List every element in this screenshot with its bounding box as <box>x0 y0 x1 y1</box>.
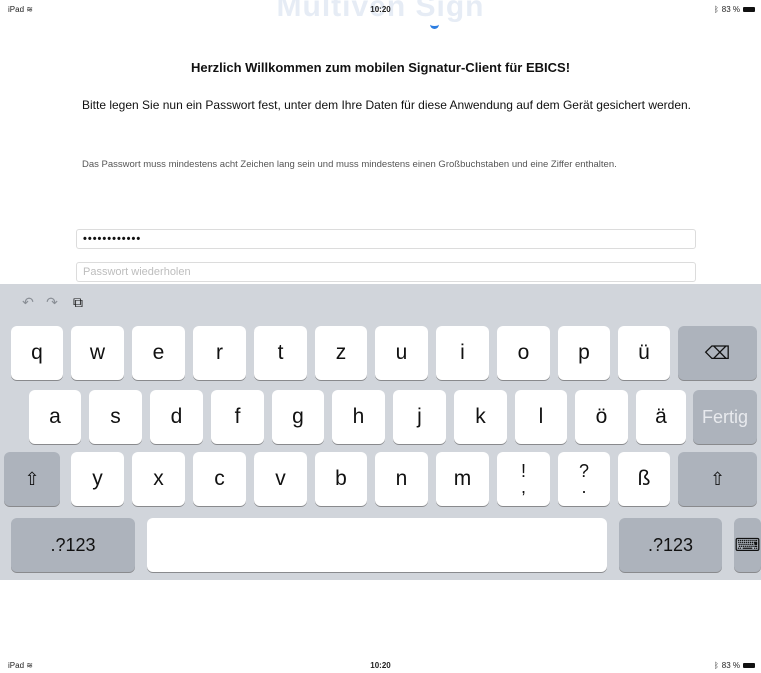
numbers-key-left[interactable]: .?123 <box>11 518 135 572</box>
key-oe[interactable]: ö <box>575 390 628 444</box>
shift-key-right[interactable]: ⇧ <box>678 452 757 506</box>
shift-key-left[interactable]: ⇧ <box>4 452 60 506</box>
password-requirements: Das Passwort muss mindestens acht Zeiche… <box>82 159 617 170</box>
key-eszett[interactable]: ß <box>618 452 670 506</box>
key-m[interactable]: m <box>436 452 489 506</box>
bottom-battery-status: ᛒ 83 % <box>714 661 755 670</box>
onscreen-keyboard: ↶ ↷ ⧉ q w e r t z u i o p ü ⌫ a s d f g … <box>0 284 761 580</box>
bottom-clock: 10:20 <box>370 661 391 670</box>
key-ae[interactable]: ä <box>636 390 686 444</box>
bottom-battery-percent: 83 % <box>721 661 740 670</box>
paste-icon[interactable]: ⧉ <box>70 294 86 310</box>
key-r[interactable]: r <box>193 326 246 380</box>
key-w[interactable]: w <box>71 326 124 380</box>
key-y[interactable]: y <box>71 452 124 506</box>
battery-percent: 83 % <box>721 5 740 14</box>
bluetooth-icon: ᛒ <box>713 5 719 14</box>
status-bar: iPad ≋ 10:20 ᛒ 83 % <box>0 0 761 20</box>
key-h[interactable]: h <box>332 390 385 444</box>
battery-status: ᛒ 83 % <box>714 5 755 14</box>
bottom-status-bar: iPad ≋ 10:20 ᛒ 83 % <box>0 661 761 673</box>
key-s[interactable]: s <box>89 390 142 444</box>
key-x[interactable]: x <box>132 452 185 506</box>
hide-keyboard-icon[interactable]: ⌨ <box>734 518 761 572</box>
key-a[interactable]: a <box>29 390 81 444</box>
undo-icon[interactable]: ↶ <box>20 294 36 310</box>
clock: 10:20 <box>370 5 391 14</box>
key-q[interactable]: q <box>11 326 63 380</box>
backspace-key[interactable]: ⌫ <box>678 326 757 380</box>
key-ue[interactable]: ü <box>618 326 670 380</box>
key-exclaim-comma[interactable]: !, <box>497 452 550 506</box>
done-key[interactable]: Fertig <box>693 390 757 444</box>
bluetooth-icon: ᛒ <box>713 661 719 670</box>
key-e[interactable]: e <box>132 326 185 380</box>
brand-accent <box>430 20 439 29</box>
key-b[interactable]: b <box>315 452 367 506</box>
key-v[interactable]: v <box>254 452 307 506</box>
key-n[interactable]: n <box>375 452 428 506</box>
key-o[interactable]: o <box>497 326 550 380</box>
key-c[interactable]: c <box>193 452 246 506</box>
key-question-period[interactable]: ?. <box>558 452 610 506</box>
repeat-password-field[interactable]: Passwort wiederholen <box>76 262 696 282</box>
welcome-title: Herzlich Willkommen zum mobilen Signatur… <box>190 60 571 75</box>
keyboard-toolbar: ↶ ↷ ⧉ <box>0 284 761 322</box>
key-g[interactable]: g <box>272 390 324 444</box>
key-i[interactable]: i <box>436 326 489 380</box>
battery-icon <box>743 7 755 12</box>
repeat-password-placeholder: Passwort wiederholen <box>83 266 191 278</box>
period-glyph: . <box>581 477 587 497</box>
key-j[interactable]: j <box>393 390 446 444</box>
space-key[interactable] <box>147 518 607 572</box>
key-k[interactable]: k <box>454 390 507 444</box>
key-l[interactable]: l <box>515 390 567 444</box>
instruction-text: Bitte legen Sie nun ein Passwort fest, u… <box>82 98 692 112</box>
password-field[interactable]: •••••••••••• <box>76 229 696 249</box>
key-z[interactable]: z <box>315 326 367 380</box>
comma-glyph: , <box>520 477 526 497</box>
numbers-key-right[interactable]: .?123 <box>619 518 722 572</box>
key-u[interactable]: u <box>375 326 428 380</box>
key-t[interactable]: t <box>254 326 307 380</box>
redo-icon[interactable]: ↷ <box>44 294 60 310</box>
key-p[interactable]: p <box>558 326 610 380</box>
key-f[interactable]: f <box>211 390 264 444</box>
password-value: •••••••••••• <box>83 233 142 245</box>
battery-icon <box>743 663 755 668</box>
key-d[interactable]: d <box>150 390 203 444</box>
